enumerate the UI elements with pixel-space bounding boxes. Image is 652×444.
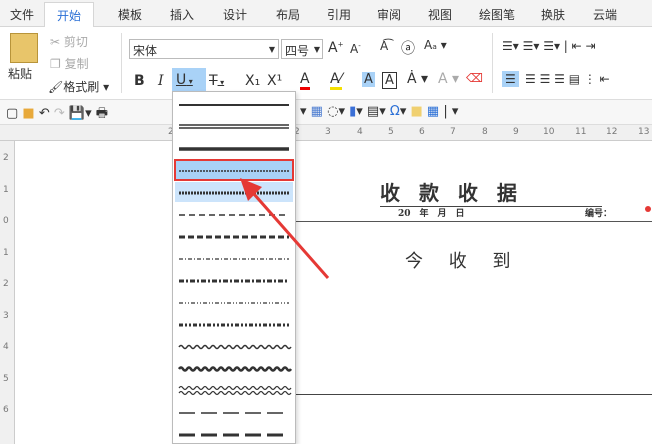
tab-9[interactable]: 绘图笔: [479, 6, 515, 23]
bold-button[interactable]: B: [134, 73, 145, 89]
char-shading-icon[interactable]: A: [362, 72, 375, 87]
subscript-button[interactable]: X₁: [245, 73, 260, 89]
divider-line: [295, 221, 652, 222]
underline-style-dash-long-heavy[interactable]: [175, 424, 293, 444]
underline-style-wave[interactable]: [175, 336, 293, 356]
ruler-number: 11: [575, 127, 587, 137]
ruler-number: 7: [450, 127, 456, 137]
italic-button[interactable]: I: [158, 73, 164, 89]
ruler-number: 3: [325, 127, 331, 137]
shrink-font-icon[interactable]: A-: [350, 42, 361, 56]
ruler-number: 6: [419, 127, 425, 137]
divider: [121, 33, 122, 93]
char-border-icon[interactable]: A: [382, 72, 397, 89]
red-arrow: [240, 178, 330, 279]
vertical-ruler: 2 1 0 1 2 3 4 5 6: [0, 141, 15, 444]
scissors-icon: ✂: [50, 35, 61, 49]
ruler-number: 2: [3, 153, 9, 163]
ruler-number: 0: [3, 216, 9, 226]
ruler-number: 4: [357, 127, 363, 137]
char-scale-icon[interactable]: Aₐ ▾: [424, 38, 447, 52]
tab-4[interactable]: 设计: [223, 6, 247, 23]
underline-style-dash-dot-dot-heavy[interactable]: [175, 314, 293, 334]
copy-icon: ❐: [50, 57, 61, 71]
font-color-icon[interactable]: A: [300, 71, 310, 90]
copy-button[interactable]: ❐ 复制: [50, 55, 89, 72]
ruler-number: 5: [388, 127, 394, 137]
superscript-button[interactable]: X¹: [267, 73, 282, 89]
underline-style-dash-long[interactable]: [175, 402, 293, 422]
paste-button[interactable]: 粘贴: [8, 65, 32, 82]
tab-10[interactable]: 换肤: [541, 6, 565, 23]
underline-style-double[interactable]: [175, 116, 293, 136]
quick-actions-icon[interactable]: ▢ ■ ↶ ↷ 💾▾ 🖶: [6, 104, 108, 126]
tab-8[interactable]: 视图: [428, 6, 452, 23]
number-value-mark: [645, 206, 651, 212]
horizontal-ruler: 2 2 3 4 5 6 7 8 9 10 11 12 13: [0, 125, 652, 141]
enclose-char-icon[interactable]: ⓐ: [401, 38, 415, 58]
ruler-number: 13: [638, 127, 650, 137]
received-label: 今 收 到: [405, 251, 521, 272]
underline-style-dash-dot-dot[interactable]: [175, 292, 293, 312]
ruler-number: 4: [3, 342, 9, 352]
quick-toolbar: ▢ ■ ↶ ↷ 💾▾ 🖶 ▾ ▦ ◌▾ ▮▾ ▤▾ Ω▾ ■ ▦ | ▾: [0, 100, 652, 125]
tab-0[interactable]: 文件: [10, 6, 34, 23]
ruler-number: 2: [3, 279, 9, 289]
ruler-number: 3: [3, 310, 9, 321]
document-page: 收 款 收 据 20 年 月 日 编号： 今 收 到: [295, 141, 652, 444]
tab-5[interactable]: 布局: [276, 6, 300, 23]
menu-tabs: 文件 开始 模板 插入 设计 布局 引用 审阅 视图 绘图笔 换肤 云端: [0, 0, 652, 28]
tab-6[interactable]: 引用: [327, 6, 351, 23]
ruler-number: 1: [3, 184, 9, 195]
underline-style-thick[interactable]: [175, 138, 293, 158]
strikethrough-button[interactable]: T ▾: [209, 73, 224, 89]
ruler-number: 9: [513, 127, 519, 137]
ruler-number: 12: [606, 127, 618, 137]
ruler-number: 6: [3, 405, 9, 415]
highlight-icon[interactable]: A⁄: [330, 71, 342, 90]
table-box: [295, 394, 652, 444]
brush-icon: 🖌: [48, 80, 64, 94]
divider: [492, 33, 493, 93]
ruler-number: 8: [482, 127, 488, 137]
format-painter-button[interactable]: 🖌格式刷 ▾: [48, 78, 109, 95]
emphasis-icon[interactable]: Ȧ ▾: [407, 71, 428, 87]
phonetic-icon[interactable]: A͡: [380, 39, 388, 53]
tab-1[interactable]: 开始: [44, 2, 95, 28]
tab-7[interactable]: 审阅: [377, 6, 401, 23]
clear-format-icon[interactable]: ⌫: [466, 71, 483, 85]
ruler-number: 1: [3, 247, 9, 258]
underline-style-wave-double[interactable]: [175, 380, 293, 400]
text-effect-icon[interactable]: A ▾: [438, 71, 459, 87]
grow-font-icon[interactable]: A+: [328, 40, 343, 56]
tab-2[interactable]: 模板: [118, 6, 142, 23]
underline-style-single[interactable]: [175, 94, 293, 114]
align-buttons-icon[interactable]: ☰ ☰ ☰ ▤ ⋮ ⇤: [525, 72, 610, 86]
ruler-number: 5: [3, 373, 9, 384]
tab-3[interactable]: 插入: [170, 6, 194, 23]
number-label: 编号：: [585, 209, 613, 219]
receipt-title: 收 款 收 据: [380, 177, 602, 207]
underline-style-wave-heavy[interactable]: [175, 358, 293, 378]
paste-icon[interactable]: [10, 33, 38, 63]
align-left-icon[interactable]: ☰: [502, 71, 519, 87]
cut-button[interactable]: ✂ 剪切: [50, 33, 88, 50]
date-line: 20 年 月 日: [398, 209, 465, 219]
font-size-select[interactable]: 四号 ▼: [281, 39, 323, 59]
font-name-select[interactable]: 宋体 ▼: [129, 39, 279, 59]
bullets-icon[interactable]: ☰▾ ☰▾ ☰▾ | ⇤ ⇥: [502, 39, 596, 53]
ruler-number: 10: [543, 127, 555, 137]
insert-tools-icon[interactable]: ▾ ▦ ◌▾ ▮▾ ▤▾ Ω▾ ■ ▦ | ▾: [300, 104, 458, 119]
ribbon: 粘贴 ✂ 剪切 ❐ 复制 🖌格式刷 ▾ 宋体 ▼ 四号 ▼ A+ A- A͡ ⓐ A…: [0, 27, 652, 100]
tab-11[interactable]: 云端: [593, 6, 617, 23]
